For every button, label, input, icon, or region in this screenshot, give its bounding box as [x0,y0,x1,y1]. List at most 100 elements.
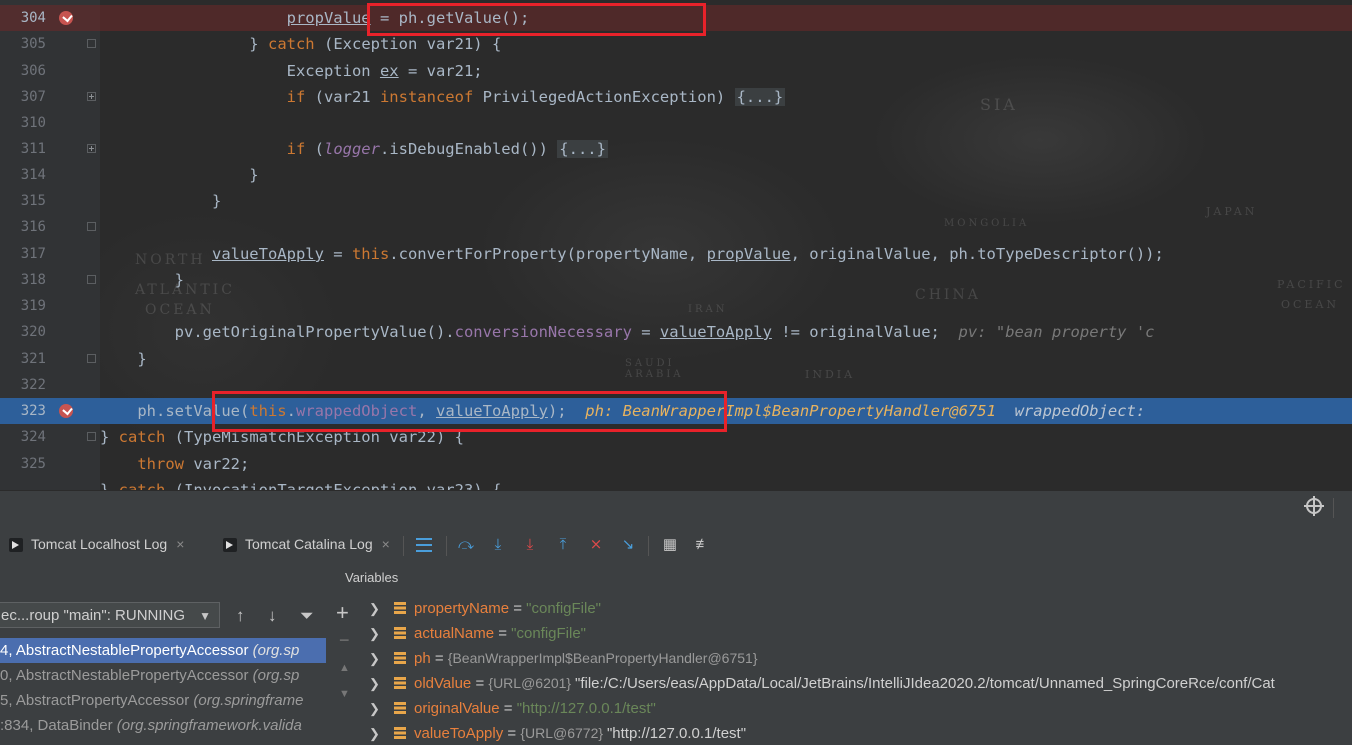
code-line[interactable]: 325 throw var22; [0,451,1352,477]
variable-name: originalValue [414,700,500,717]
frame-package: (org.sp [252,642,300,659]
fold-icon[interactable] [87,144,96,153]
code-line[interactable]: 315 } [0,188,1352,214]
stack-frame[interactable]: :834, DataBinder (org.springframework.va… [0,713,326,738]
variable-row[interactable]: ❯ oldValue = {URL@6201} "file:/C:/Users/e… [360,671,1352,696]
code-line[interactable]: 319 [0,293,1352,319]
code-text: } catch (InvocationTargetException var23… [100,477,501,490]
move-up-icon[interactable]: ▲ [339,662,350,674]
variable-row[interactable]: ❯ ph = {BeanWrapperImpl$BeanPropertyHandl… [360,646,1352,671]
code-token: PrivilegedActionException) [473,88,735,106]
variable-row[interactable]: ❯ originalValue = "http://127.0.0.1/test" [360,696,1352,721]
tab-tomcat-localhost-log[interactable]: Tomcat Localhost Log × [9,530,184,558]
toolbar-separator [648,536,649,556]
code-text: if (var21 instanceof PrivilegedActionExc… [100,84,786,110]
field-icon [394,602,406,614]
chevron-right-icon[interactable]: ❯ [369,696,380,721]
code-editor[interactable]: NORTH ATLANTIC OCEAN CHINA INDIA IRAN MO… [0,0,1352,490]
crosshair-icon[interactable] [1304,496,1324,516]
filter-icon[interactable]: ⏷ [300,606,314,626]
code-token: this [351,245,390,263]
variable-text: propertyName = "configFile" [414,596,601,621]
chevron-right-icon[interactable]: ❯ [369,596,380,621]
chevron-right-icon[interactable]: ❯ [369,621,380,646]
fold-icon[interactable] [87,92,96,101]
step-into-icon[interactable]: ⤓ [520,536,540,554]
variable-value: "configFile" [511,625,587,642]
close-icon[interactable]: × [382,536,390,552]
stack-frame[interactable]: 0, AbstractNestablePropertyAccessor (org… [0,663,326,688]
variable-text: actualName = "configFile" [414,621,586,646]
step-out-icon[interactable]: ⤒ [553,536,573,554]
frame-package: (org.springframework.valida [116,717,302,734]
arrow-down-icon[interactable]: ↓ [268,606,277,626]
tab-tomcat-catalina-log[interactable]: Tomcat Catalina Log × [223,530,390,558]
chevron-right-icon[interactable]: ❯ [369,671,380,696]
stack-frame[interactable]: 5, AbstractPropertyAccessor (org.springf… [0,688,326,713]
code-line[interactable]: 321 } [0,346,1352,372]
variable-equals: = [499,700,517,717]
variable-row[interactable]: ❯ valueToApply = {URL@6772} "http://127.0… [360,721,1352,745]
breakpoint-icon[interactable] [59,11,73,25]
trace-icon[interactable]: ≢ [693,536,713,554]
code-token: , originalValue, ph.toTypeDescriptor()); [790,245,1164,263]
variable-ref: {URL@6772} [520,725,607,741]
remove-watch-icon[interactable]: − [339,630,350,651]
variable-row[interactable]: ❯ propertyName = "configFile" [360,596,1352,621]
close-icon[interactable]: × [176,536,184,552]
run-icon [9,538,23,553]
code-line[interactable]: 316 [0,214,1352,240]
code-token: pv: "bean property 'c [958,323,1155,341]
code-line[interactable]: 306 Exception ex = var21; [0,58,1352,84]
code-line[interactable]: 317 valueToApply = this.convertForProper… [0,241,1352,267]
code-token: ex [379,62,399,80]
evaluate-expression-icon[interactable]: ▦ [660,536,680,554]
code-token: .convertForProperty(propertyName, [389,245,707,263]
drop-frame-icon[interactable]: ⨯ [586,536,606,554]
code-line[interactable]: } catch (InvocationTargetException var23… [0,477,1352,490]
fold-icon[interactable] [87,222,96,231]
line-number: 311 [20,141,46,157]
line-number: 306 [20,63,46,79]
line-number: 310 [20,115,46,131]
variable-text: valueToApply = {URL@6772} "http://127.0.… [414,721,746,745]
add-watch-icon[interactable]: + [336,600,349,626]
step-over-icon[interactable]: ⤓ [488,536,508,554]
code-line[interactable]: 318 } [0,267,1352,293]
variables-list[interactable]: ❯ propertyName = "configFile" ❯ actualName … [360,596,1352,745]
code-token: catch [118,481,166,490]
variable-name: ph [414,650,431,667]
frames-list[interactable]: 4, AbstractNestablePropertyAccessor (org… [0,638,326,738]
variable-name: oldValue [414,675,472,692]
fold-icon[interactable] [87,354,96,363]
breakpoint-icon[interactable] [59,404,73,418]
code-line[interactable]: 307 if (var21 instanceof PrivilegedActio… [0,84,1352,110]
thread-select[interactable]: ec...roup "main": RUNNING ▼ [0,602,220,628]
code-line[interactable]: 314 } [0,162,1352,188]
arrow-up-icon[interactable]: ↑ [236,606,245,626]
show-execution-point-icon[interactable]: ⤼ [456,536,476,554]
variable-equals: = [503,725,521,742]
toolbar-separator [446,536,447,556]
move-down-icon[interactable]: ▼ [339,688,350,700]
divider [1333,498,1334,518]
chevron-right-icon[interactable]: ❯ [369,646,380,671]
line-number: 318 [20,272,46,288]
stack-frame[interactable]: 4, AbstractNestablePropertyAccessor (org… [0,638,326,663]
code-text: } [100,162,258,188]
fold-icon[interactable] [87,39,96,48]
code-text: if (logger.isDebugEnabled()) {...} [100,136,608,162]
menu-icon[interactable] [416,538,432,552]
fold-icon[interactable] [87,275,96,284]
line-number: 321 [20,351,46,367]
fold-icon[interactable] [87,432,96,441]
variable-row[interactable]: ❯ actualName = "configFile" [360,621,1352,646]
chevron-right-icon[interactable]: ❯ [369,721,380,745]
run-to-cursor-icon[interactable]: ↘ [618,536,638,554]
variable-equals: = [430,650,448,667]
code-line[interactable]: 310 [0,110,1352,136]
code-line[interactable]: 311 if (logger.isDebugEnabled()) {...} [0,136,1352,162]
code-line[interactable]: 320 pv.getOriginalPropertyValue().conver… [0,319,1352,345]
